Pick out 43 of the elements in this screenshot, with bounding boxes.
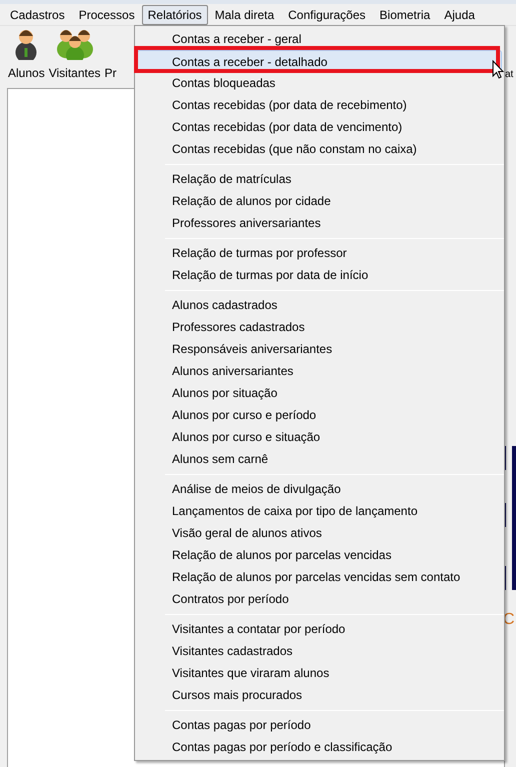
toolbar-label[interactable]: Pr [104,64,117,82]
menu-item[interactable]: Contas recebidas (por data de vencimento) [137,116,502,138]
menu-item[interactable]: Alunos por situação [137,382,502,404]
menu-item[interactable]: Professores cadastrados [137,316,502,338]
menu-item[interactable]: Relação de turmas por data de início [137,264,502,286]
menu-bar-item[interactable]: Cadastros [3,4,72,24]
menu-item[interactable]: Cursos mais procurados [137,684,502,706]
menu-item[interactable]: Análise de meios de divulgação [137,478,502,500]
menu-item[interactable]: Alunos sem carnê [137,448,502,470]
menu-item[interactable]: Alunos cadastrados [137,294,502,316]
menu-item[interactable]: Relação de alunos por cidade [137,190,502,212]
menu-item[interactable]: Contas pagas por período [137,714,502,736]
menu-bar-item[interactable]: Relatórios [142,4,208,24]
toolbar-label[interactable]: Visitantes [48,64,101,82]
toolbar-label[interactable]: Alunos [8,64,45,82]
menu-item[interactable]: Contratos por período [137,588,502,610]
menu-item[interactable]: Relação de alunos por parcelas vencidas [137,544,502,566]
people-icon[interactable] [56,28,93,60]
menu-item[interactable]: Visão geral de alunos ativos [137,522,502,544]
menu-item[interactable]: Relação de matrículas [137,168,502,190]
menu-item[interactable]: Alunos por curso e período [137,404,502,426]
menu-item[interactable]: Professores aniversariantes [137,212,502,234]
menu-bar-item[interactable]: Configurações [281,4,373,24]
menu-item[interactable]: Contas bloqueadas [137,72,502,94]
menu-bar-item[interactable]: Ajuda [437,4,482,24]
menu-item[interactable]: Alunos aniversariantes [137,360,502,382]
menu-item[interactable]: Visitantes cadastrados [137,640,502,662]
toolbar-label[interactable]: at [505,67,514,82]
menu-item[interactable]: Visitantes a contatar por período [137,618,502,640]
menu-item[interactable]: Contas recebidas (por data de recebimento) [137,94,502,116]
menu-item[interactable]: Alunos por curso e situação [137,426,502,448]
menu-item[interactable]: Contas a receber - geral [137,28,502,50]
menu-bar-item[interactable]: Mala direta [208,4,282,24]
menu-item[interactable]: Lançamentos de caixa por tipo de lançamento [137,500,502,522]
menu-item[interactable]: Relação de alunos por parcelas vencidas sem contato [137,566,502,588]
menu-item[interactable]: Contas recebidas (que não constam no caixa) [137,138,502,160]
menu-bar-item[interactable]: Biometria [372,4,438,24]
menu-item[interactable]: Visitantes que viraram alunos [137,662,502,684]
menu-item[interactable]: Responsáveis aniversariantes [137,338,502,360]
menu-item[interactable]: Relação de turmas por professor [137,242,502,264]
cursor-icon [492,60,504,79]
menu-bar-item[interactable]: Processos [72,4,142,24]
menu-item[interactable]: Contas pagas por período e classificação [137,736,502,758]
